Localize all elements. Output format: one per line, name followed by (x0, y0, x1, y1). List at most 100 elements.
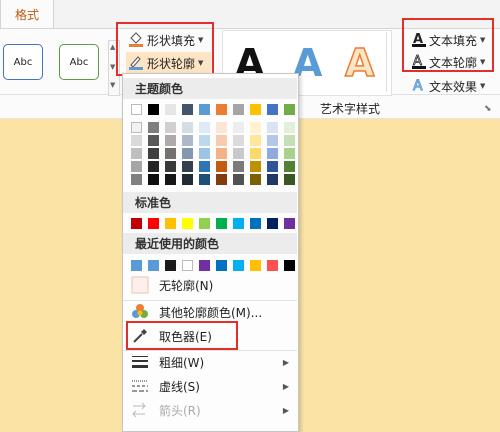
theme-shade-swatch[interactable] (148, 148, 159, 159)
recent-color-swatch[interactable] (131, 260, 142, 271)
theme-shade-swatch[interactable] (284, 135, 295, 146)
standard-color-swatch[interactable] (267, 218, 278, 229)
theme-shade-swatch[interactable] (233, 148, 244, 159)
menu-item-no-outline[interactable]: 无轮廓(N) (123, 273, 297, 297)
theme-shade-swatch[interactable] (233, 122, 244, 133)
wordart-gallery-scroll[interactable] (386, 32, 397, 92)
theme-shade-swatch[interactable] (233, 161, 244, 172)
theme-color-swatch[interactable] (267, 104, 278, 115)
theme-shade-swatch[interactable] (148, 161, 159, 172)
standard-color-swatch[interactable] (284, 218, 295, 229)
standard-color-swatch[interactable] (216, 218, 227, 229)
recent-color-swatch[interactable] (250, 260, 261, 271)
theme-shade-swatch[interactable] (267, 161, 278, 172)
theme-shade-swatch[interactable] (216, 161, 227, 172)
menu-item-label: 无轮廓(N) (159, 278, 214, 293)
theme-shade-swatch[interactable] (250, 161, 261, 172)
theme-shade-swatch[interactable] (199, 135, 210, 146)
recent-color-swatch[interactable] (148, 260, 159, 271)
theme-color-swatch[interactable] (250, 104, 261, 115)
theme-shade-swatch[interactable] (233, 174, 244, 185)
theme-shade-swatch[interactable] (284, 122, 295, 133)
standard-color-swatch[interactable] (131, 218, 142, 229)
theme-shade-swatch[interactable] (216, 148, 227, 159)
theme-color-swatch[interactable] (165, 104, 176, 115)
menu-item-dashes[interactable]: 虚线(S) ▶ (123, 374, 297, 398)
recent-color-swatch[interactable] (165, 260, 176, 271)
theme-shade-swatch[interactable] (250, 174, 261, 185)
recent-color-swatch[interactable] (233, 260, 244, 271)
recent-color-swatch[interactable] (216, 260, 227, 271)
theme-shade-swatch[interactable] (216, 174, 227, 185)
theme-shade-swatch[interactable] (131, 122, 142, 133)
theme-shade-swatch[interactable] (182, 122, 193, 133)
theme-shade-swatch[interactable] (199, 122, 210, 133)
theme-shade-swatch[interactable] (131, 135, 142, 146)
theme-shade-swatch[interactable] (233, 135, 244, 146)
standard-color-swatch[interactable] (182, 218, 193, 229)
theme-color-swatch[interactable] (284, 104, 295, 115)
wordart-style-orange-outline[interactable]: A (344, 40, 375, 86)
theme-shade-swatch[interactable] (216, 135, 227, 146)
theme-shade-swatch[interactable] (199, 161, 210, 172)
theme-shade-swatch[interactable] (165, 122, 176, 133)
color-wheel-icon (131, 303, 149, 321)
theme-shade-swatch[interactable] (165, 161, 176, 172)
standard-color-swatch[interactable] (233, 218, 244, 229)
theme-color-swatch[interactable] (131, 104, 142, 115)
theme-shade-swatch[interactable] (165, 174, 176, 185)
theme-color-swatch[interactable] (148, 104, 159, 115)
theme-shade-swatch[interactable] (182, 174, 193, 185)
theme-shade-swatch[interactable] (284, 161, 295, 172)
theme-shade-swatch[interactable] (131, 174, 142, 185)
theme-shade-swatch[interactable] (267, 148, 278, 159)
theme-color-swatch[interactable] (182, 104, 193, 115)
theme-shade-swatch[interactable] (182, 148, 193, 159)
dash-style-icon (131, 377, 149, 395)
highlight-box-text-buttons (402, 18, 494, 72)
recent-color-swatch[interactable] (267, 260, 278, 271)
theme-shade-swatch[interactable] (199, 174, 210, 185)
scroll-up-icon[interactable]: ▲ (110, 43, 115, 51)
theme-shade-swatch[interactable] (182, 135, 193, 146)
theme-shade-swatch[interactable] (148, 135, 159, 146)
theme-color-swatch[interactable] (233, 104, 244, 115)
theme-shade-swatch[interactable] (216, 122, 227, 133)
shape-style-sample-green[interactable]: Abc (59, 44, 99, 80)
theme-shade-swatch[interactable] (250, 135, 261, 146)
theme-shade-swatch[interactable] (165, 148, 176, 159)
theme-shade-swatch[interactable] (267, 174, 278, 185)
theme-shade-swatch[interactable] (284, 148, 295, 159)
shape-style-sample-blue[interactable]: Abc (3, 44, 43, 80)
standard-color-swatch[interactable] (250, 218, 261, 229)
recent-color-swatch[interactable] (199, 260, 210, 271)
expand-icon[interactable]: ▼ (110, 81, 115, 89)
scroll-down-icon[interactable]: ▼ (110, 63, 115, 71)
theme-color-swatch[interactable] (216, 104, 227, 115)
theme-shade-swatch[interactable] (267, 135, 278, 146)
dialog-launcher-icon[interactable]: ⬊ (484, 104, 492, 114)
menu-item-weight[interactable]: 粗细(W) ▶ (123, 350, 297, 374)
theme-shade-swatch[interactable] (148, 122, 159, 133)
theme-shade-swatch[interactable] (165, 135, 176, 146)
theme-shade-swatch[interactable] (284, 174, 295, 185)
theme-shade-swatch[interactable] (148, 174, 159, 185)
theme-color-swatch[interactable] (199, 104, 210, 115)
theme-shade-swatch[interactable] (131, 148, 142, 159)
standard-color-swatch[interactable] (165, 218, 176, 229)
text-effect-button[interactable]: A 文本效果 ▼ (412, 76, 486, 96)
theme-shade-swatch[interactable] (199, 148, 210, 159)
theme-shade-swatch[interactable] (267, 122, 278, 133)
tab-format[interactable]: 格式 (0, 0, 54, 28)
recent-color-swatch[interactable] (182, 260, 193, 271)
standard-color-swatch[interactable] (148, 218, 159, 229)
theme-shade-swatch[interactable] (250, 122, 261, 133)
menu-item-label: 虚线(S) (159, 379, 200, 394)
standard-color-swatch[interactable] (199, 218, 210, 229)
highlight-box-eyedropper (126, 321, 238, 350)
theme-shade-swatch[interactable] (250, 148, 261, 159)
highlight-box-shape-buttons (116, 22, 214, 76)
theme-shade-swatch[interactable] (182, 161, 193, 172)
recent-color-swatch[interactable] (284, 260, 295, 271)
theme-shade-swatch[interactable] (131, 161, 142, 172)
